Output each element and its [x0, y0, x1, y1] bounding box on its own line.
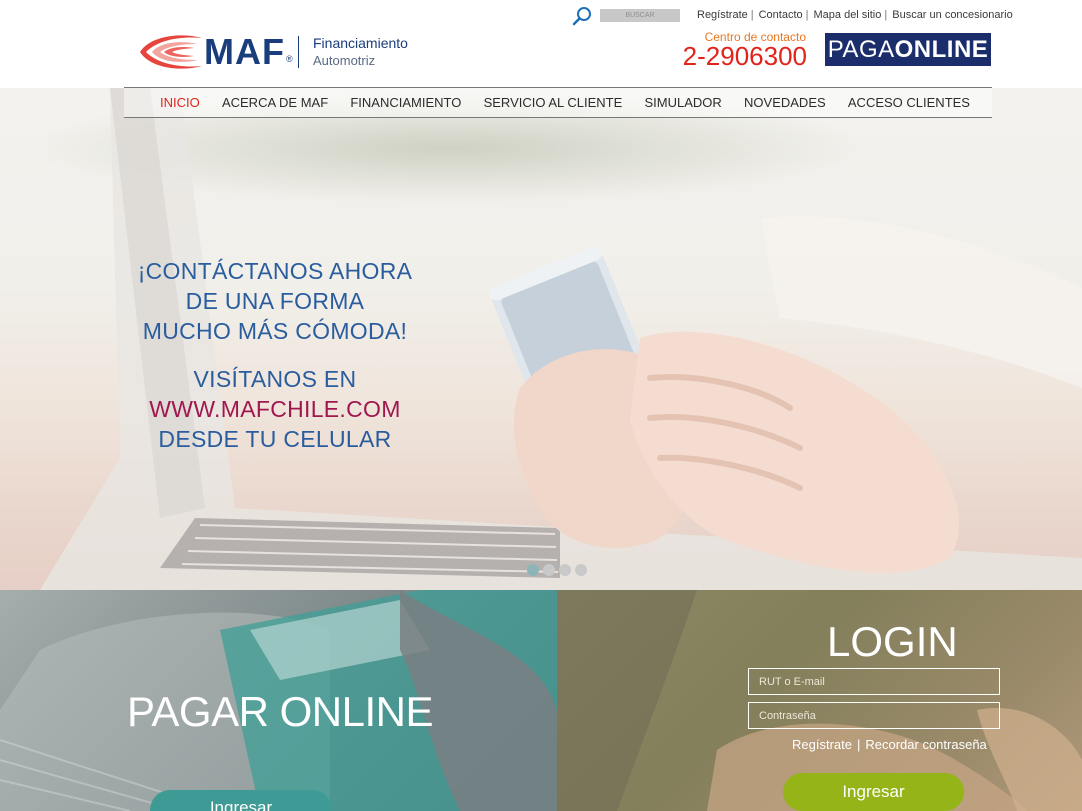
main-nav: INICIO ACERCA DE MAF FINANCIAMIENTO SERV… [124, 87, 992, 118]
contact-phone[interactable]: 2-2906300 [680, 41, 807, 71]
nav-item-simulador[interactable]: SIMULADOR [645, 95, 722, 110]
pay-login-button[interactable]: Ingresar [150, 790, 332, 811]
login-title: LOGIN [827, 618, 958, 665]
logo-wordmark: MAF [204, 31, 285, 72]
slider-dot-1[interactable] [527, 564, 539, 576]
logo-tagline-1: Financiamiento [313, 35, 408, 51]
maf-logo[interactable]: MAF ® Financiamiento Automotriz [136, 30, 408, 76]
nav-item-acceso[interactable]: ACCESO CLIENTES [848, 95, 970, 110]
nav-item-financiamiento[interactable]: FINANCIAMIENTO [350, 95, 461, 110]
top-link-sitemap[interactable]: Mapa del sitio [814, 9, 882, 21]
top-links: Regístrate | Contacto | Mapa del sitio | Busca… [697, 9, 1013, 21]
logo-divider [298, 36, 299, 68]
top-link-contact[interactable]: Contacto [759, 9, 803, 21]
logo-registered-mark: ® [286, 54, 293, 64]
login-submit-button[interactable]: Ingresar [783, 773, 964, 811]
hero-url: WWW.MAFCHILE.COM [149, 396, 401, 422]
pay-online-title: PAGAR ONLINE [127, 688, 433, 735]
login-panel: LOGIN Regístrate | Recordar contraseña Ing… [557, 590, 1082, 811]
paga-online-part2: ONLINE [894, 36, 989, 63]
hero-message: ¡CONTÁCTANOS AHORA DE UNA FORMA MUCHO MÁ… [130, 256, 420, 454]
nav-item-servicio[interactable]: SERVICIO AL CLIENTE [484, 95, 623, 110]
search-icon[interactable] [572, 6, 592, 26]
site-header: Regístrate|Contacto|Mapa del sitio|Busca… [0, 0, 1082, 88]
top-link-find-dealer[interactable]: Buscar un concesionario [892, 9, 1012, 21]
maf-swoosh-icon [140, 35, 202, 69]
separator: | [805, 9, 809, 21]
nav-item-novedades[interactable]: NOVEDADES [744, 95, 826, 110]
hero-line-2: DE UNA FORMA [185, 288, 365, 314]
pay-online-panel: PAGAR ONLINE Ingresar [0, 590, 557, 811]
logo-tagline-2: Automotriz [313, 53, 376, 68]
paga-online-button[interactable]: PAGAONLINE [825, 33, 991, 66]
top-link-register[interactable]: Regístrate [697, 9, 748, 21]
register-link[interactable]: Regístrate [792, 737, 852, 752]
nav-item-inicio[interactable]: INICIO [160, 95, 200, 110]
separator: | [856, 737, 861, 752]
hero-slider: ¡CONTÁCTANOS AHORA DE UNA FORMA MUCHO MÁ… [0, 88, 1082, 590]
hero-line-1: ¡CONTÁCTANOS AHORA [137, 258, 413, 284]
search-input[interactable] [600, 9, 680, 22]
rut-email-input[interactable] [748, 668, 1000, 695]
separator: | [750, 9, 754, 21]
paga-online-part1: PAGA [827, 36, 895, 63]
password-input[interactable] [748, 702, 1000, 729]
hero-line-4: VISÍTANOS EN [193, 366, 357, 392]
slider-dots [527, 564, 587, 576]
hero-line-6: DESDE TU CELULAR [158, 426, 392, 452]
login-links: Regístrate | Recordar contraseña [792, 737, 987, 752]
recover-password-link[interactable]: Recordar contraseña [865, 737, 986, 752]
separator: | [884, 9, 888, 21]
slider-dot-2[interactable] [543, 564, 555, 576]
nav-item-acerca[interactable]: ACERCA DE MAF [222, 95, 328, 110]
slider-dot-3[interactable] [559, 564, 571, 576]
hero-line-3: MUCHO MÁS CÓMODA! [142, 318, 408, 344]
slider-dot-4[interactable] [575, 564, 587, 576]
